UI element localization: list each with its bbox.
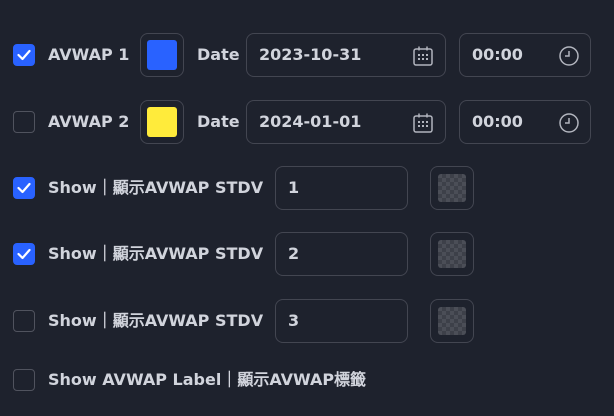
transparent-swatch [438,307,466,335]
transparent-swatch [438,174,466,202]
avwap2-date-input[interactable]: 2024-01-01 [246,100,446,144]
label-row: Show AVWAP Label｜顯示AVWAP標籤 [0,358,614,402]
clock-icon[interactable] [557,111,581,135]
avwap1-color-picker[interactable] [140,33,184,77]
stdv3-value-input[interactable]: 3 [275,299,408,343]
stdv3-checkbox[interactable] [13,310,35,332]
show-label-text: Show AVWAP Label｜顯示AVWAP標籤 [48,370,367,389]
avwap1-date-input[interactable]: 2023-10-31 [246,33,446,77]
stdv2-row: Show｜顯示AVWAP STDV 2 [0,232,614,276]
avwap1-row: AVWAP 1 Date 2023-10-31 00:00 [0,33,614,77]
stdv2-value-input[interactable]: 2 [275,232,408,276]
stdv1-color-picker[interactable] [430,166,474,210]
avwap2-date-value: 2024-01-01 [259,112,362,131]
stdv3-value: 3 [288,311,300,330]
stdv1-value: 1 [288,178,300,197]
clock-icon[interactable] [557,44,581,68]
avwap2-date-label: Date [197,112,240,131]
avwap2-time-value: 00:00 [472,112,523,131]
avwap1-time-value: 00:00 [472,45,523,64]
check-icon [17,248,31,260]
avwap1-color-swatch [147,40,177,70]
avwap1-checkbox[interactable] [13,44,35,66]
avwap-settings-panel: AVWAP 1 Date 2023-10-31 00:00 AVWAP 2 Da… [0,0,614,416]
stdv2-label: Show｜顯示AVWAP STDV [48,244,264,263]
calendar-icon[interactable] [411,44,435,68]
avwap2-checkbox[interactable] [13,111,35,133]
avwap2-label: AVWAP 2 [48,112,130,131]
avwap1-label: AVWAP 1 [48,45,130,64]
avwap2-color-swatch [147,107,177,137]
avwap2-row: AVWAP 2 Date 2024-01-01 00:00 [0,100,614,144]
avwap1-time-input[interactable]: 00:00 [459,33,591,77]
stdv3-label: Show｜顯示AVWAP STDV [48,311,264,330]
check-icon [17,182,31,194]
stdv1-row: Show｜顯示AVWAP STDV 1 [0,166,614,210]
stdv1-checkbox[interactable] [13,177,35,199]
stdv2-value: 2 [288,244,300,263]
stdv3-row: Show｜顯示AVWAP STDV 3 [0,299,614,343]
stdv1-label: Show｜顯示AVWAP STDV [48,178,264,197]
calendar-icon[interactable] [411,111,435,135]
stdv2-color-picker[interactable] [430,232,474,276]
avwap2-time-input[interactable]: 00:00 [459,100,591,144]
stdv2-checkbox[interactable] [13,243,35,265]
show-label-checkbox[interactable] [13,369,35,391]
avwap1-date-label: Date [197,45,240,64]
avwap1-date-value: 2023-10-31 [259,45,362,64]
stdv3-color-picker[interactable] [430,299,474,343]
transparent-swatch [438,240,466,268]
stdv1-value-input[interactable]: 1 [275,166,408,210]
check-icon [17,49,31,61]
avwap2-color-picker[interactable] [140,100,184,144]
